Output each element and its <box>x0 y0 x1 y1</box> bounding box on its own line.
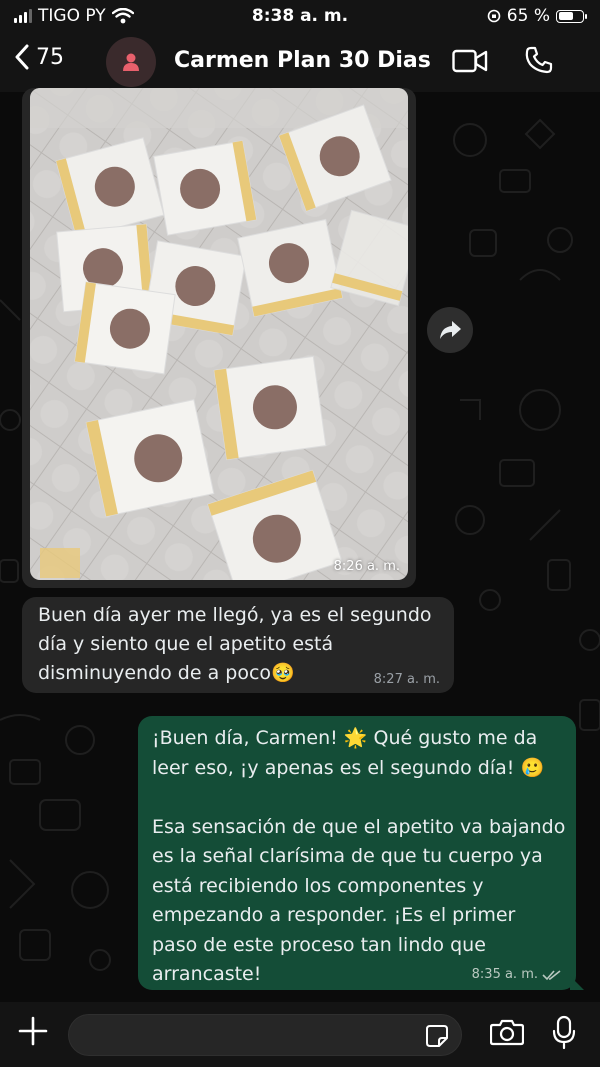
battery-fill <box>558 12 573 20</box>
double-check-icon <box>542 969 561 980</box>
battery-group: 65 % <box>487 6 587 26</box>
message-meta: 8:35 a. m. <box>472 967 562 982</box>
composer-bar <box>0 1002 600 1067</box>
message-time: 8:27 a. m. <box>373 672 440 687</box>
video-call-icon <box>452 49 488 73</box>
phone-icon <box>525 46 553 74</box>
status-bar: TIGO PY 8:38 a. m. 65 % <box>0 0 600 32</box>
message-photo <box>30 88 408 580</box>
sticker-icon <box>426 1025 448 1047</box>
camera-button[interactable] <box>489 1018 525 1050</box>
back-chevron-icon <box>15 44 29 70</box>
unread-count: 75 <box>36 44 64 70</box>
contact-avatar[interactable] <box>106 37 156 87</box>
voice-record-button[interactable] <box>552 1015 576 1055</box>
incoming-message[interactable]: Buen día ayer me llegó, ya es el segundo… <box>22 597 454 693</box>
forward-icon <box>440 321 461 339</box>
outgoing-message[interactable]: ¡Buen día, Carmen! 🌟 Qué gusto me da lee… <box>138 716 584 990</box>
message-time: 8:35 a. m. <box>471 967 538 982</box>
voice-call-button[interactable] <box>524 45 554 79</box>
chat-header: 75 Carmen Plan 30 Dias <box>0 32 600 92</box>
video-call-button[interactable] <box>452 48 488 78</box>
back-button[interactable]: 75 <box>14 44 64 70</box>
battery-percent: 65 % <box>506 6 550 26</box>
message-text: ¡Buen día, Carmen! 🌟 Qué gusto me da lee… <box>152 727 566 985</box>
person-icon <box>123 53 139 71</box>
attach-button[interactable] <box>16 1014 50 1052</box>
sticker-button[interactable] <box>425 1024 449 1052</box>
microphone-icon <box>552 1015 576 1050</box>
battery-icon <box>556 9 587 23</box>
forward-button[interactable] <box>427 307 473 353</box>
message-input[interactable] <box>85 1023 409 1049</box>
message-input-wrapper <box>68 1014 462 1056</box>
message-time: 8:26 a. m. <box>333 559 400 574</box>
orientation-lock-icon <box>487 9 501 23</box>
contact-name[interactable]: Carmen Plan 30 Dias <box>174 48 431 73</box>
camera-icon <box>489 1019 525 1046</box>
plus-icon <box>18 1016 48 1046</box>
image-message[interactable]: 8:26 a. m. <box>22 88 416 588</box>
